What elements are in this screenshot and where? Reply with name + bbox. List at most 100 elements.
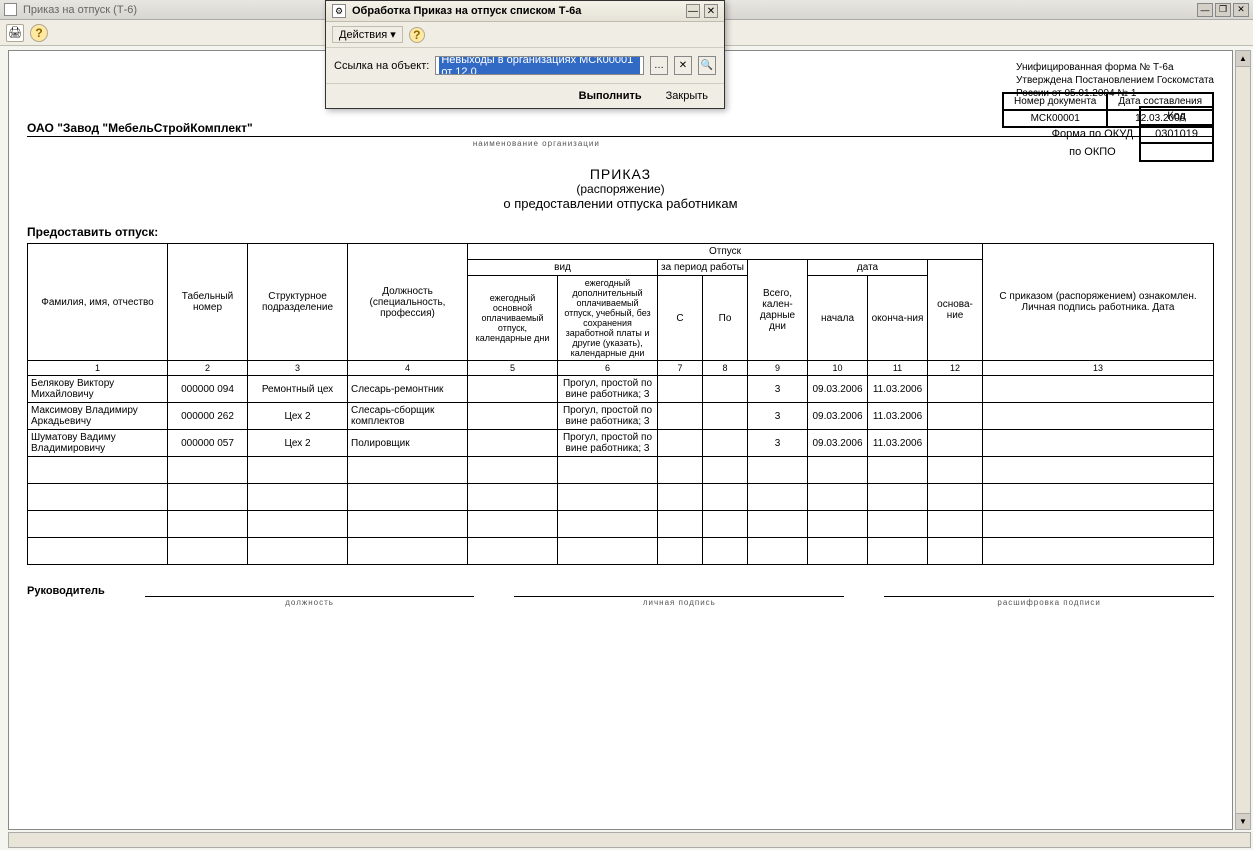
- table-cell: [703, 457, 748, 484]
- table-row: [28, 457, 1214, 484]
- table-cell: [983, 376, 1214, 403]
- table-cell: [748, 457, 808, 484]
- docnum-h2: Дата составления: [1107, 93, 1213, 110]
- link-value: Невыходы в организациях МСК00001 от 12.0: [439, 56, 640, 75]
- table-cell: [868, 484, 928, 511]
- col-sign: С приказом (распоряжением) ознакомлен. Л…: [983, 244, 1214, 361]
- org-underline: [27, 136, 1214, 137]
- table-cell: [348, 484, 468, 511]
- dialog-close-btn[interactable]: Закрыть: [656, 88, 718, 104]
- col-vac-group: Отпуск: [468, 244, 983, 260]
- table-cell: [748, 511, 808, 538]
- table-cell: [658, 403, 703, 430]
- table-cell: [348, 511, 468, 538]
- processing-dialog: ⚙ Обработка Приказ на отпуск списком Т-6…: [325, 0, 725, 109]
- n1: 1: [28, 361, 168, 376]
- table-cell: [468, 376, 558, 403]
- table-cell: [983, 538, 1214, 565]
- app-icon: [4, 3, 17, 16]
- table-cell: [983, 457, 1214, 484]
- select-button[interactable]: …: [650, 56, 668, 75]
- table-cell: [558, 457, 658, 484]
- table-cell: [658, 484, 703, 511]
- col-c6: ежегодный дополнительный оплачиваемый от…: [558, 276, 658, 361]
- scroll-down-icon[interactable]: ▼: [1236, 813, 1250, 829]
- search-icon[interactable]: 🔍: [698, 56, 716, 75]
- table-cell: [928, 457, 983, 484]
- help-icon[interactable]: ?: [30, 24, 48, 42]
- doc-title-2: (распоряжение): [27, 182, 1214, 196]
- col-c7: С: [658, 276, 703, 361]
- dialog-help-icon[interactable]: ?: [409, 27, 425, 43]
- clear-button[interactable]: ✕: [674, 56, 692, 75]
- n3: 3: [248, 361, 348, 376]
- table-cell: Шуматову Вадиму Владимировичу: [28, 430, 168, 457]
- table-cell: [928, 403, 983, 430]
- n2: 2: [168, 361, 248, 376]
- scroll-up-icon[interactable]: ▲: [1236, 51, 1250, 67]
- table-cell: [168, 511, 248, 538]
- table-cell: [558, 538, 658, 565]
- docnum-h1: Номер документа: [1003, 93, 1107, 110]
- table-cell: Слесарь-ремонтник: [348, 376, 468, 403]
- table-cell: [658, 538, 703, 565]
- table-cell: [748, 484, 808, 511]
- table-cell: 3: [748, 376, 808, 403]
- table-cell: [28, 511, 168, 538]
- table-cell: Ремонтный цех: [248, 376, 348, 403]
- table-cell: [468, 484, 558, 511]
- n9: 9: [748, 361, 808, 376]
- col-period-group: за период работы: [658, 260, 748, 276]
- col-c8: По: [703, 276, 748, 361]
- link-input[interactable]: Невыходы в организациях МСК00001 от 12.0: [435, 56, 644, 75]
- col-dept: Структурное подразделение: [248, 244, 348, 361]
- table-cell: Прогул, простой по вине работника; 3: [558, 430, 658, 457]
- table-cell: Цех 2: [248, 430, 348, 457]
- doc-title-3: о предоставлении отпуска работникам: [27, 196, 1214, 211]
- dialog-minimize-button[interactable]: —: [686, 4, 700, 18]
- table-cell: [168, 538, 248, 565]
- col-c11: оконча-ния: [868, 276, 928, 361]
- table-cell: [658, 376, 703, 403]
- table-cell: [983, 484, 1214, 511]
- table-cell: [468, 511, 558, 538]
- table-cell: [28, 457, 168, 484]
- col-total: Всего, кален-дарные дни: [748, 260, 808, 361]
- table-cell: [983, 403, 1214, 430]
- table-cell: [703, 511, 748, 538]
- table-cell: [658, 457, 703, 484]
- close-button[interactable]: ✕: [1233, 3, 1249, 17]
- minimize-button[interactable]: —: [1197, 3, 1213, 17]
- dialog-toolbar: Действия ▾ ?: [326, 22, 724, 48]
- actions-label: Действия: [339, 29, 387, 41]
- table-cell: [808, 484, 868, 511]
- table-cell: Прогул, простой по вине работника; 3: [558, 376, 658, 403]
- dialog-titlebar[interactable]: ⚙ Обработка Приказ на отпуск списком Т-6…: [326, 1, 724, 22]
- table-cell: 3: [748, 403, 808, 430]
- table-row: Белякову Виктору Михайловичу000000 094Ре…: [28, 376, 1214, 403]
- table-cell: [928, 430, 983, 457]
- horizontal-scrollbar[interactable]: [8, 832, 1251, 848]
- col-c5: ежегодный основной оплачиваемый отпуск, …: [468, 276, 558, 361]
- sig-label: Руководитель: [27, 585, 105, 597]
- run-button[interactable]: Выполнить: [569, 88, 652, 104]
- link-label: Ссылка на объект:: [334, 60, 429, 72]
- dialog-close-button[interactable]: ✕: [704, 4, 718, 18]
- table-cell: [248, 457, 348, 484]
- table-cell: [703, 538, 748, 565]
- dialog-app-icon: ⚙: [332, 4, 346, 18]
- maximize-button[interactable]: ❐: [1215, 3, 1231, 17]
- grant-label: Предоставить отпуск:: [27, 225, 1214, 239]
- table-cell: [983, 430, 1214, 457]
- n5: 5: [468, 361, 558, 376]
- table-cell: [168, 484, 248, 511]
- table-cell: 000000 094: [168, 376, 248, 403]
- table-cell: Белякову Виктору Михайловичу: [28, 376, 168, 403]
- table-cell: [468, 457, 558, 484]
- vertical-scrollbar[interactable]: ▲ ▼: [1235, 50, 1251, 830]
- table-cell: [868, 511, 928, 538]
- col-basis: основа-ние: [928, 260, 983, 361]
- table-cell: [928, 511, 983, 538]
- print-icon[interactable]: 🖨: [6, 24, 24, 42]
- actions-dropdown[interactable]: Действия ▾: [332, 26, 403, 43]
